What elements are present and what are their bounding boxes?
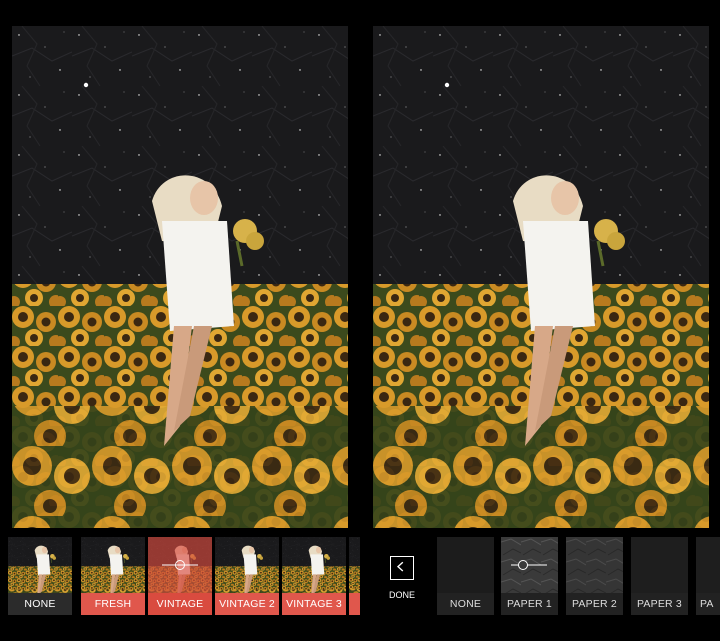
texture-label: PAPER 3 — [631, 593, 688, 615]
texture-paper-3[interactable]: PAPER 3 — [631, 537, 688, 615]
slider-icon[interactable] — [511, 559, 547, 571]
filter-label: FRESH — [81, 593, 145, 615]
filter-partial[interactable] — [349, 537, 360, 615]
filter-fresh[interactable]: FRESH — [81, 537, 145, 615]
texture-label: PA — [696, 593, 720, 615]
photo-preview-filter — [12, 26, 348, 528]
filter-vintage-2[interactable]: VINTAGE 2 — [215, 537, 279, 615]
texture-paper-2[interactable]: PAPER 2 — [566, 537, 623, 615]
texture-strip[interactable]: NONE PAPER 1 PAPER 2 PAPER 3 PA — [362, 537, 720, 615]
filter-strip[interactable]: NONE FRESH VINTAGE VINTAGE 2 VINTAGE 3 — [0, 537, 360, 615]
texture-label: PAPER 1 — [501, 593, 558, 615]
texture-panel: DONE NONE PAPER 1 PAPER 2 PAPER 3 PA — [362, 0, 720, 641]
slider-icon[interactable] — [162, 559, 198, 571]
filter-label: NONE — [8, 593, 72, 615]
filter-label: VINTAGE 3 — [282, 593, 346, 615]
photo-preview-texture — [373, 26, 709, 528]
texture-partial[interactable]: PA — [696, 537, 720, 615]
texture-paper-1[interactable]: PAPER 1 — [501, 537, 558, 615]
texture-none[interactable]: NONE — [437, 537, 494, 615]
filter-none[interactable]: NONE — [8, 537, 72, 615]
texture-label: NONE — [437, 593, 494, 615]
filter-vintage-3[interactable]: VINTAGE 3 — [282, 537, 346, 615]
filter-label: VINTAGE 2 — [215, 593, 279, 615]
filter-panel: NONE FRESH VINTAGE VINTAGE 2 VINTAGE 3 — [0, 0, 360, 641]
texture-label: PAPER 2 — [566, 593, 623, 615]
filter-vintage[interactable]: VINTAGE — [148, 537, 212, 615]
filter-label: VINTAGE — [148, 593, 212, 615]
